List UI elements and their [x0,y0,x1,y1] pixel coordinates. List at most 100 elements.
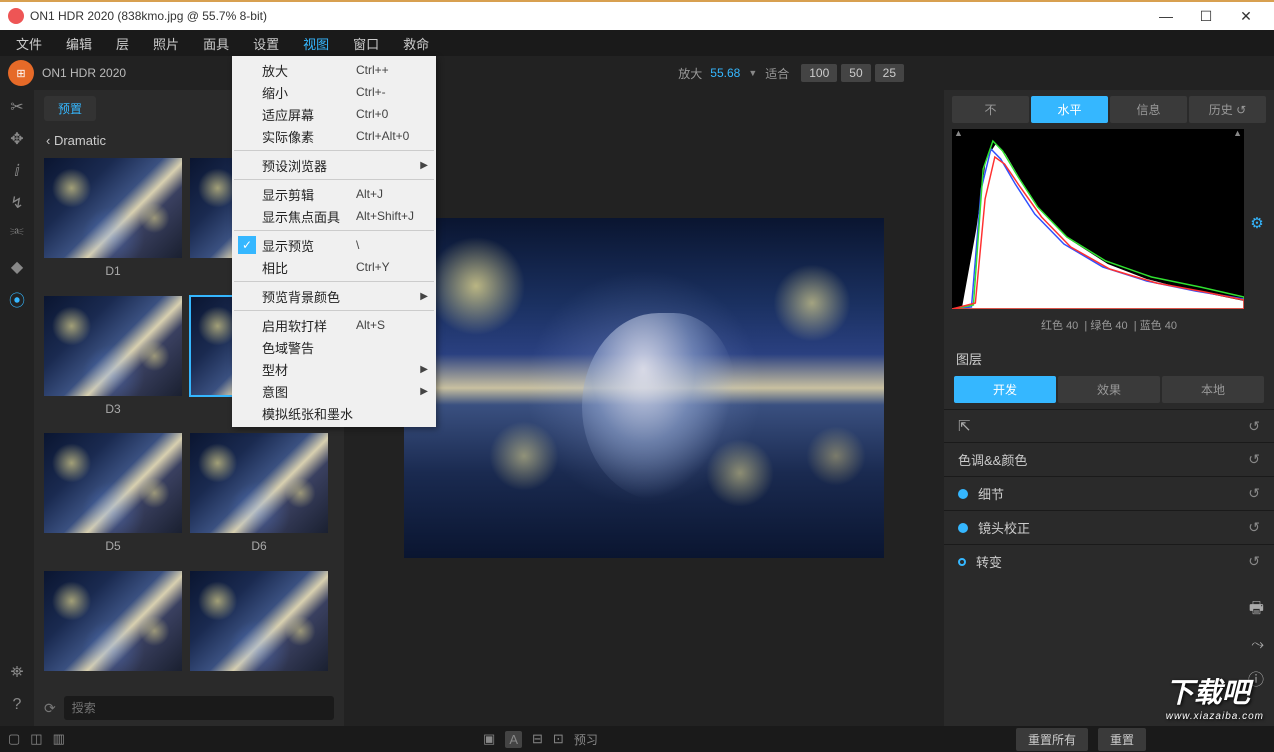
menu-视图[interactable]: 视图 [291,30,341,57]
view-menu-dropdown: 放大Ctrl++缩小Ctrl+-适应屏幕Ctrl+0实际像素Ctrl+Alt+0… [232,56,436,427]
effects-tool-icon[interactable]: ◆ [6,256,28,278]
menu-面具[interactable]: 面具 [191,30,241,57]
menu-item[interactable]: 放大Ctrl++ [232,59,436,81]
split-icon[interactable]: ◫ [30,731,42,747]
right-tab-1[interactable]: 水平 [1031,96,1108,123]
setting-row[interactable]: 色调&&颜色↺ [944,442,1274,476]
search-tool-icon[interactable]: ⦿ [6,288,28,310]
layout-icon[interactable]: ▢ [8,731,20,747]
setting-row[interactable]: 转变↺ [944,544,1274,578]
menu-item-label: 放大 [262,61,356,80]
menu-item[interactable]: 意图▶ [232,380,436,402]
histogram[interactable]: ▲ ▲ [952,129,1244,309]
help-icon[interactable]: ? [6,694,28,716]
preset-thumb[interactable]: D6 [190,433,328,563]
share-icon[interactable]: ⤳ [1251,636,1264,654]
menu-层[interactable]: 层 [104,30,141,57]
maximize-button[interactable]: ☐ [1186,8,1226,25]
dev-tab-0[interactable]: 开发 [954,376,1056,403]
zoom-controls: 放大 55.68 ▼ 适合 1005025 [678,65,904,82]
reset-button[interactable]: 重置 [1098,728,1146,751]
brush-tool-icon[interactable]: ⅈ [6,160,28,182]
dev-tab-2[interactable]: 本地 [1162,376,1264,403]
adjust-icon[interactable]: ⚙ [1250,214,1263,232]
setting-label: 色调&&颜色 [958,450,1248,469]
layers-header: 图层 [944,341,1274,376]
right-tab-2[interactable]: 信息 [1110,96,1187,123]
menu-item[interactable]: 显示焦点面具Alt+Shift+J [232,205,436,227]
export-row[interactable]: ⇱ ↺ [944,409,1274,442]
preset-thumb[interactable] [190,571,328,687]
compare-icon[interactable]: ▥ [53,731,65,747]
menu-shortcut: \ [356,238,428,252]
menu-item[interactable]: 缩小Ctrl+- [232,81,436,103]
setting-row[interactable]: 细节↺ [944,476,1274,510]
right-panel: 不水平信息历史 ↺ ▲ ▲ 红色 40 | 绿色 40 | 蓝色 40 图层 开… [944,90,1274,726]
menu-item[interactable]: 启用软打样Alt+S [232,314,436,336]
reset-icon[interactable]: ↺ [1248,553,1260,570]
menu-item[interactable]: ✓显示预览\ [232,234,436,256]
menu-item[interactable]: 型材▶ [232,358,436,380]
mask-a-icon[interactable]: A [505,731,522,748]
histogram-clip-right-icon[interactable]: ▲ [1233,129,1242,138]
menu-item[interactable]: 模拟纸张和墨水 [232,402,436,424]
histogram-clip-left-icon[interactable]: ▲ [954,129,963,138]
mask-c-icon[interactable]: ⊡ [553,731,564,747]
move-tool-icon[interactable]: ✥ [6,128,28,150]
reset-all-button[interactable]: 重置所有 [1016,728,1088,751]
menu-item[interactable]: 显示剪辑Alt+J [232,183,436,205]
close-button[interactable]: ✕ [1226,8,1266,25]
user-icon[interactable]: ⛯ [6,662,28,684]
crop-tool-icon[interactable]: ✂ [6,96,28,118]
search-input[interactable] [64,696,334,720]
reset-icon[interactable]: ↺ [1248,485,1260,502]
menu-item[interactable]: 相比Ctrl+Y [232,256,436,278]
menu-item[interactable]: 色域警告 [232,336,436,358]
setting-row[interactable]: 镜头校正↺ [944,510,1274,544]
zoom-50[interactable]: 50 [841,64,870,82]
menu-照片[interactable]: 照片 [141,30,191,57]
preset-thumb[interactable] [44,571,182,687]
menu-item[interactable]: 实际像素Ctrl+Alt+0 [232,125,436,147]
image-canvas [404,218,884,558]
preset-thumb[interactable]: D3 [44,296,182,426]
right-tab-0[interactable]: 不 [952,96,1029,123]
mask-b-icon[interactable]: ⊟ [532,731,543,747]
info-icon[interactable]: ⓘ [1248,666,1264,690]
menu-编辑[interactable]: 编辑 [54,30,104,57]
preset-tab[interactable]: 预置 [44,96,96,121]
status-bar: ▢ ◫ ▥ ▣ A ⊟ ⊡ 预习 重置所有 重置 [0,726,1274,752]
preview-label[interactable]: 预习 [574,731,598,748]
print-icon[interactable]: 🖶 [1249,597,1264,624]
clone-tool-icon[interactable]: ⎃ [6,224,28,246]
menu-item-label: 适应屏幕 [262,105,356,124]
menu-item-label: 意图 [262,382,420,401]
submenu-arrow-icon: ▶ [420,291,428,302]
retouch-tool-icon[interactable]: ↯ [6,192,28,214]
menu-item[interactable]: 预览背景颜色▶ [232,285,436,307]
reset-icon[interactable]: ↺ [1248,451,1260,468]
menu-文件[interactable]: 文件 [4,30,54,57]
reset-icon[interactable]: ↺ [1248,418,1260,435]
softproof-icon[interactable]: ▣ [483,731,495,747]
minimize-button[interactable]: — [1146,8,1186,24]
menu-设置[interactable]: 设置 [241,30,291,57]
preset-thumb[interactable]: D5 [44,433,182,563]
menu-救命[interactable]: 救命 [391,30,441,57]
refresh-icon[interactable]: ⟳ [44,700,56,717]
zoom-25[interactable]: 25 [875,64,904,82]
zoom-value[interactable]: 55.68 [710,66,740,80]
menu-item-label: 实际像素 [262,127,356,146]
zoom-fit-button[interactable]: 适合 [765,65,789,82]
preset-thumb[interactable]: D1 [44,158,182,288]
menu-item[interactable]: 预设浏览器▶ [232,154,436,176]
zoom-dropdown-icon[interactable]: ▼ [748,68,757,78]
zoom-100[interactable]: 100 [801,64,837,82]
dev-tab-1[interactable]: 效果 [1058,376,1160,403]
menu-item[interactable]: 适应屏幕Ctrl+0 [232,103,436,125]
right-tab-3[interactable]: 历史 ↺ [1189,96,1266,123]
app-header: ⊞ ON1 HDR 2020 放大 55.68 ▼ 适合 1005025 [0,56,1274,90]
menu-窗口[interactable]: 窗口 [341,30,391,57]
reset-icon[interactable]: ↺ [1248,519,1260,536]
menu-shortcut: Ctrl+- [356,85,428,99]
